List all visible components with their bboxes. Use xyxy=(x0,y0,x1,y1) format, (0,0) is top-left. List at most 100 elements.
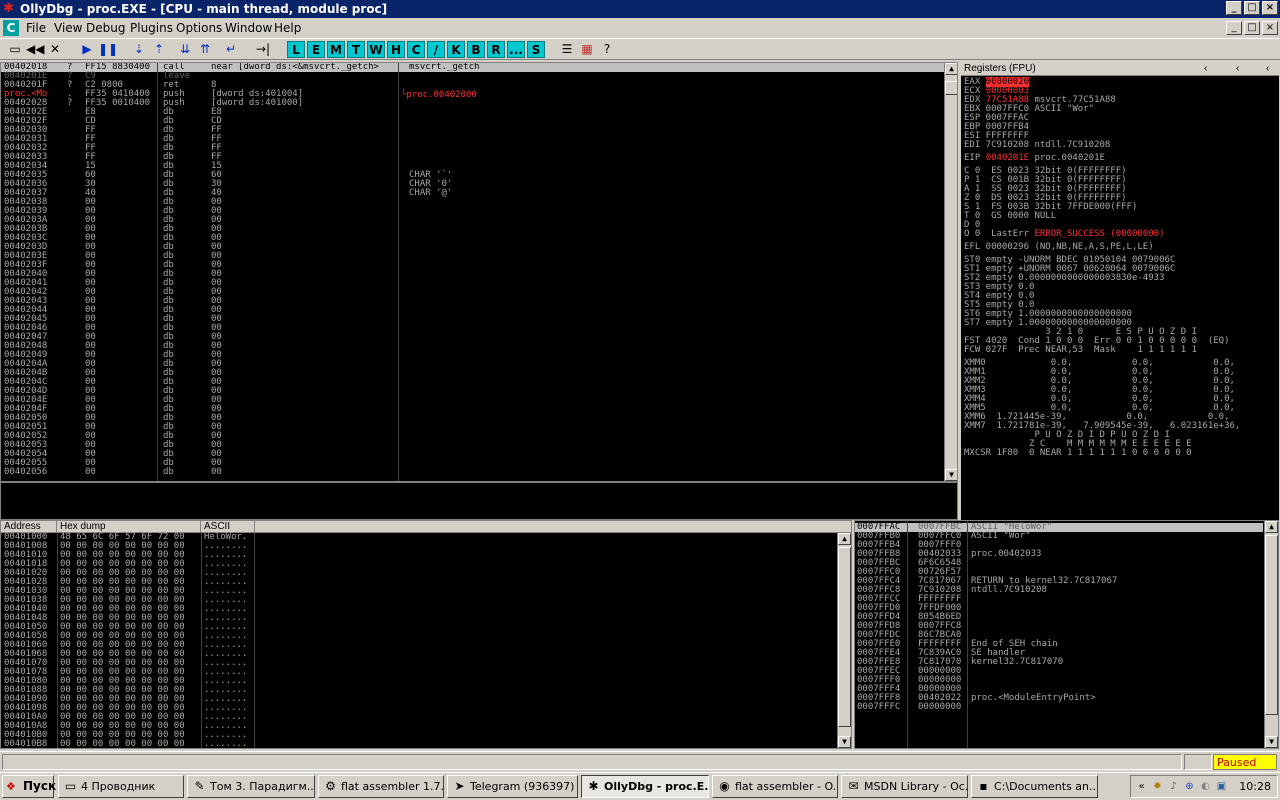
dump-scroll-up-icon[interactable]: ▲ xyxy=(838,533,851,545)
start-button[interactable]: ❖ Пуск xyxy=(2,775,56,798)
disasm-row[interactable]: 0040202E E8 db E8 xyxy=(1,108,957,117)
modules-window-button[interactable]: E xyxy=(307,41,325,58)
tray-app-icon[interactable]: ✹ xyxy=(1151,780,1164,793)
taskbar-button[interactable]: ✎ Том 3. Парадигм... xyxy=(187,775,315,798)
minimize-button[interactable]: _ xyxy=(1226,1,1242,15)
disasm-row[interactable]: 00402040 00 db 00 xyxy=(1,270,957,279)
disasm-row[interactable]: 00402044 00 db 00 xyxy=(1,306,957,315)
mdi-close-button[interactable]: × xyxy=(1262,21,1278,35)
tray-network-icon[interactable]: ⊕ xyxy=(1183,780,1196,793)
call-stack-window-button[interactable]: K xyxy=(447,41,465,58)
disasm-row[interactable]: 0040204A 00 db 00 xyxy=(1,360,957,369)
run-trace-window-button[interactable]: ... xyxy=(507,41,525,58)
tray-expand-icon[interactable]: « xyxy=(1135,780,1148,793)
disasm-row[interactable]: 00402036 30 db 30 CHAR '0' xyxy=(1,180,957,189)
next-view-icon[interactable]: ‹ xyxy=(1263,62,1269,74)
taskbar-button[interactable]: ➤ Telegram (936397) xyxy=(447,775,578,798)
stack-scroll-down-icon[interactable]: ▼ xyxy=(1265,736,1278,748)
disasm-row[interactable]: 00402052 00 db 00 xyxy=(1,432,957,441)
disasm-row[interactable]: 00402028? FF35 0010400 push [dword ds:40100… xyxy=(1,99,957,108)
disasm-row[interactable]: 0040203E 00 db 00 xyxy=(1,252,957,261)
window-title-bar[interactable]: ✱ OllyDbg - proc.EXE - [CPU - main threa… xyxy=(0,0,1280,18)
disasm-row[interactable]: 0040204F 00 db 00 xyxy=(1,405,957,414)
disassembly-pane[interactable]: 00402018? FF15 8830400 call near [dword ds:… xyxy=(0,62,958,482)
close-button[interactable]: × xyxy=(1262,1,1278,15)
goto-icon[interactable]: →| xyxy=(254,41,272,58)
maximize-button[interactable]: □ xyxy=(1244,1,1260,15)
help-icon[interactable]: ? xyxy=(598,41,616,58)
menu-file[interactable]: File xyxy=(26,18,46,38)
disasm-row[interactable]: 0040204B 00 db 00 xyxy=(1,369,957,378)
source-window-button[interactable]: S xyxy=(527,41,545,58)
disasm-row[interactable]: 00402035 60 db 60 CHAR '`' xyxy=(1,171,957,180)
disasm-row[interactable]: 00402051 00 db 00 xyxy=(1,423,957,432)
disasm-row[interactable]: 00402039 00 db 00 xyxy=(1,207,957,216)
taskbar-button[interactable]: ⚙ flat assembler 1.7... xyxy=(318,775,444,798)
disasm-row[interactable]: 00402033 FF db FF xyxy=(1,153,957,162)
disasm-row[interactable]: 0040203F 00 db 00 xyxy=(1,261,957,270)
stack-scrollbar[interactable]: ▲ ▼ xyxy=(1264,521,1278,748)
disasm-row[interactable]: 0040204C 00 db 00 xyxy=(1,378,957,387)
disassembly-scrollbar[interactable]: ▲ ▼ xyxy=(944,63,957,481)
register-line[interactable]: EDI 7C910208 ntdll.7C910208 xyxy=(964,141,1110,150)
register-line[interactable]: EFL 00000296 (NO,NB,NE,A,S,PE,L,LE) xyxy=(964,243,1154,252)
registers-header[interactable]: Registers (FPU) ‹ ‹ ‹ xyxy=(961,62,1279,76)
disasm-row[interactable]: 00402048 00 db 00 xyxy=(1,342,957,351)
taskbar-button[interactable]: ✱ OllyDbg - proc.E... xyxy=(581,775,709,798)
references-window-button[interactable]: R xyxy=(487,41,505,58)
disasm-row[interactable]: 00402050 00 db 00 xyxy=(1,414,957,423)
disasm-row[interactable]: 00402041 00 db 00 xyxy=(1,279,957,288)
disasm-row[interactable]: 0040203C 00 db 00 xyxy=(1,234,957,243)
hex-dump-pane[interactable]: Address Hex dump ASCII 00401000 48 65 6C … xyxy=(0,520,852,749)
open-icon[interactable]: ▭ xyxy=(6,41,24,58)
disasm-row[interactable]: 0040203D 00 db 00 xyxy=(1,243,957,252)
disasm-row[interactable]: 0040202F CD db CD xyxy=(1,117,957,126)
disasm-row[interactable]: 00402038 00 db 00 xyxy=(1,198,957,207)
menu-window[interactable]: Window xyxy=(225,18,272,38)
mdi-minimize-button[interactable]: _ xyxy=(1226,21,1242,35)
disasm-row[interactable]: 00402032 FF db FF xyxy=(1,144,957,153)
menu-view[interactable]: View xyxy=(54,18,82,38)
prev-view-icon[interactable]: ‹ xyxy=(1201,62,1207,74)
stack-row[interactable]: 0007FFFC 00000000 xyxy=(855,703,1278,712)
stack-scroll-thumb[interactable] xyxy=(1265,535,1278,715)
dump-row[interactable]: 004010B8 00 00 00 00 00 00 00 00........ xyxy=(1,740,851,749)
close-icon[interactable]: ✕ xyxy=(46,41,64,58)
disasm-row[interactable]: 00402047 00 db 00 xyxy=(1,333,957,342)
disasm-row[interactable]: 00402043 00 db 00 xyxy=(1,297,957,306)
disasm-row[interactable]: 00402056 00 db 00 xyxy=(1,468,957,477)
taskbar-button[interactable]: ✉ MSDN Library - Oc... xyxy=(841,775,968,798)
memory-window-button[interactable]: M xyxy=(327,41,345,58)
pause-icon[interactable]: ❚❚ xyxy=(98,41,118,58)
windows-window-button[interactable]: W xyxy=(367,41,385,58)
disasm-row[interactable]: 00402030 FF db FF xyxy=(1,126,957,135)
disasm-row[interactable]: 00402037 40 db 40 CHAR '@' xyxy=(1,189,957,198)
stack-row[interactable]: 0007FFAC 0007FFBC ASCII "HeloWor" xyxy=(855,523,1263,532)
registers-pane[interactable]: Registers (FPU) ‹ ‹ ‹ EAX 00000020 ECX 00… xyxy=(961,62,1279,520)
disasm-row[interactable]: 00402018? FF15 8830400 call near [dword ds:… xyxy=(1,63,957,72)
trace-over-icon[interactable]: ⇈ xyxy=(196,41,214,58)
disasm-row[interactable]: 00402042 00 db 00 xyxy=(1,288,957,297)
grid-icon[interactable]: ▦ xyxy=(578,41,596,58)
disasm-row[interactable]: 0040203A 00 db 00 xyxy=(1,216,957,225)
mdi-restore-button[interactable]: □ xyxy=(1244,21,1260,35)
dump-scrollbar[interactable]: ▲ ▼ xyxy=(837,533,851,748)
restart-icon[interactable]: ◀◀ xyxy=(26,41,44,58)
stack-pane[interactable]: 0007FFAC 0007FFBC ASCII "HeloWor" 0007FFB0 0… xyxy=(854,520,1279,749)
disasm-row[interactable]: 00402055 00 db 00 xyxy=(1,459,957,468)
tray-volume-icon[interactable]: ♪ xyxy=(1167,780,1180,793)
menu-debug[interactable]: Debug xyxy=(86,18,125,38)
menu-options[interactable]: Options xyxy=(176,18,222,38)
menu-help[interactable]: Help xyxy=(274,18,301,38)
step-over-icon[interactable]: ⇡ xyxy=(150,41,168,58)
disasm-row[interactable]: 00402053 00 db 00 xyxy=(1,441,957,450)
dump-scroll-down-icon[interactable]: ▼ xyxy=(838,736,851,748)
handles-window-button[interactable]: H xyxy=(387,41,405,58)
taskbar-button[interactable]: ▭ 4 Проводник xyxy=(58,775,184,798)
taskbar-button[interactable]: ◉ flat assembler - O... xyxy=(712,775,838,798)
execute-till-return-icon[interactable]: ↵ xyxy=(222,41,240,58)
disasm-row[interactable]: 0040201E? C9 leave xyxy=(1,72,957,81)
disasm-row[interactable]: 00402034 15 db 15 xyxy=(1,162,957,171)
stack-scroll-up-icon[interactable]: ▲ xyxy=(1265,521,1278,533)
step-into-icon[interactable]: ⇣ xyxy=(130,41,148,58)
